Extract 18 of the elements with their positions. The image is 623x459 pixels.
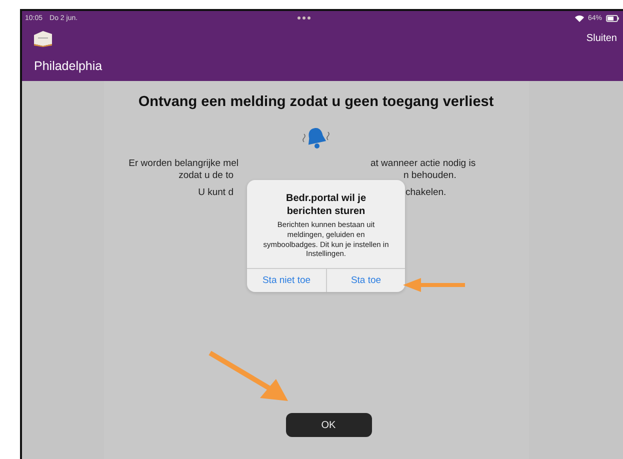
wifi-icon [574,14,584,22]
body-text: at wanneer actie nodig is [370,158,477,169]
ok-button[interactable]: OK [286,413,372,437]
pointer-arrow [401,277,467,293]
body-text: chakelen. [406,187,448,198]
body-text: Er worden belangrijke mel [128,158,238,169]
page-title: Philadelphia [33,58,104,75]
bell-icon [302,125,330,151]
box-icon[interactable] [33,30,53,46]
body-text: n behouden. [404,170,458,181]
alert-title: Bedr.portal wil je berichten sturen [284,192,368,219]
alert-button[interactable]: Sta niet toe [247,269,326,292]
close-button[interactable]: Sluiten [586,32,617,44]
body-text: U kunt d [197,187,234,198]
dots-icon [296,16,311,20]
heading: Ontvang een melding zodat u geen toegang verliest [138,94,494,110]
battery-icon [606,14,619,22]
body-text: zodat u de to [178,170,234,181]
